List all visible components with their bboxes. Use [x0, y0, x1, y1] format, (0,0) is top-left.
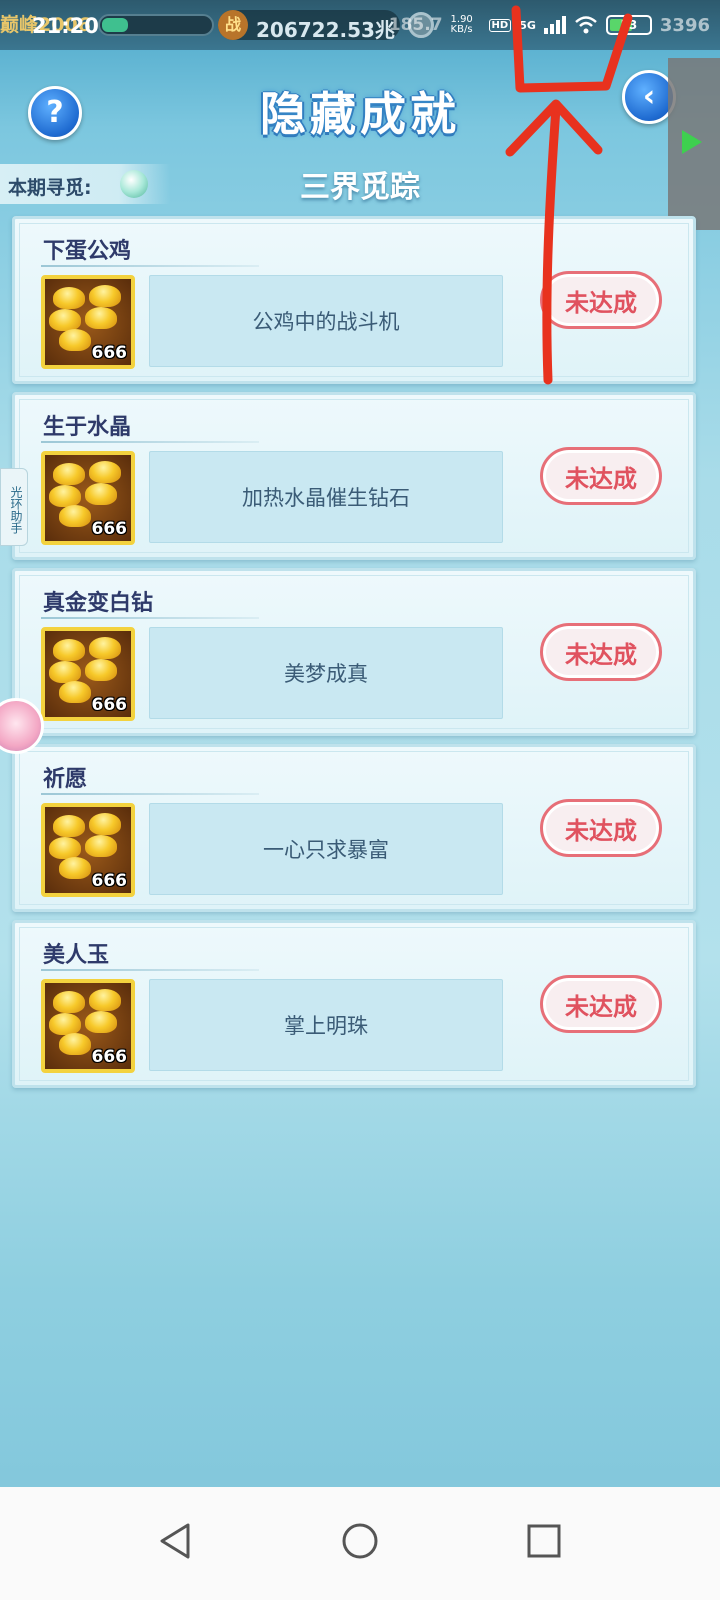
status-bar: 巅峰2006 21:20 战 206722.53兆 185.7 1.90 KB/… [0, 0, 720, 50]
achievement-card: 美人玉 666 掌上明珠 未达成 [12, 920, 696, 1088]
faded-number: 3396 [659, 14, 710, 36]
achievement-name: 祈愿 [43, 767, 88, 792]
status-button[interactable]: 未达成 [540, 271, 662, 329]
reward-gold-ingot-icon[interactable]: 666 [41, 275, 135, 369]
circle-home-icon[interactable] [330, 1511, 390, 1571]
achievement-card: 下蛋公鸡 666 公鸡中的战斗机 未达成 [12, 216, 696, 384]
achievement-description: 美梦成真 [149, 627, 503, 719]
achievement-name: 生于水晶 [43, 415, 132, 440]
achievement-list: 下蛋公鸡 666 公鸡中的战斗机 未达成 生于水晶 666 加热水晶催生钻石 未… [12, 216, 696, 1096]
reward-count: 666 [91, 871, 128, 891]
faded-value: 185.7 [388, 15, 443, 35]
achievement-name: 真金变白钻 [43, 591, 154, 616]
reward-gold-ingot-icon[interactable]: 666 [41, 627, 135, 721]
signal-icon [543, 16, 566, 34]
navigation-bar [0, 1487, 720, 1600]
battery-icon: 53 [605, 15, 652, 35]
network-type: 5G [519, 18, 536, 32]
system-status: 185.7 1.90 KB/s HD 5G 53 3396 [389, 12, 710, 38]
achievement-description: 一心只求暴富 [149, 803, 503, 895]
subtitle: 三界觅踪 [300, 170, 420, 205]
achievement-description: 加热水晶催生钻石 [149, 451, 503, 543]
status-button[interactable]: 未达成 [540, 447, 662, 505]
achievement-description: 公鸡中的战斗机 [149, 275, 503, 367]
achievement-description: 掌上明珠 [149, 979, 503, 1071]
achievement-name: 下蛋公鸡 [43, 239, 132, 264]
status-button[interactable]: 未达成 [540, 975, 662, 1033]
achievement-card: 真金变白钻 666 美梦成真 未达成 [12, 568, 696, 736]
achievement-name: 美人玉 [43, 943, 110, 968]
reward-count: 666 [91, 343, 128, 363]
reward-gold-ingot-icon[interactable]: 666 [41, 451, 135, 545]
net-speed: 1.90 KB/s [450, 14, 473, 35]
status-button[interactable]: 未达成 [540, 623, 662, 681]
play-arrow-icon [682, 130, 702, 154]
achievement-card: 生于水晶 666 加热水晶催生钻石 未达成 [12, 392, 696, 560]
combat-power: 战 206722.53兆 [218, 10, 400, 42]
reward-gold-ingot-icon[interactable]: 666 [41, 979, 135, 1073]
status-button[interactable]: 未达成 [540, 799, 662, 857]
exp-bar [98, 14, 214, 36]
triangle-back-icon[interactable] [146, 1511, 206, 1571]
reward-count: 666 [91, 519, 128, 539]
reward-gold-ingot-icon[interactable]: 666 [41, 803, 135, 897]
combat-power-value: 206722.53兆 [256, 18, 395, 42]
wifi-icon [575, 16, 597, 34]
reward-count: 666 [91, 1047, 128, 1067]
hd-badge: HD [488, 18, 512, 32]
floating-helper-tab[interactable]: 光环助手 [0, 468, 28, 546]
achievement-card: 祈愿 666 一心只求暴富 未达成 [12, 744, 696, 912]
square-recents-icon[interactable] [514, 1511, 574, 1571]
combat-power-icon: 战 [218, 10, 248, 40]
clock: 21:20 [32, 14, 99, 38]
reward-count: 666 [91, 695, 128, 715]
page-title: 隐藏成就 [260, 87, 460, 141]
